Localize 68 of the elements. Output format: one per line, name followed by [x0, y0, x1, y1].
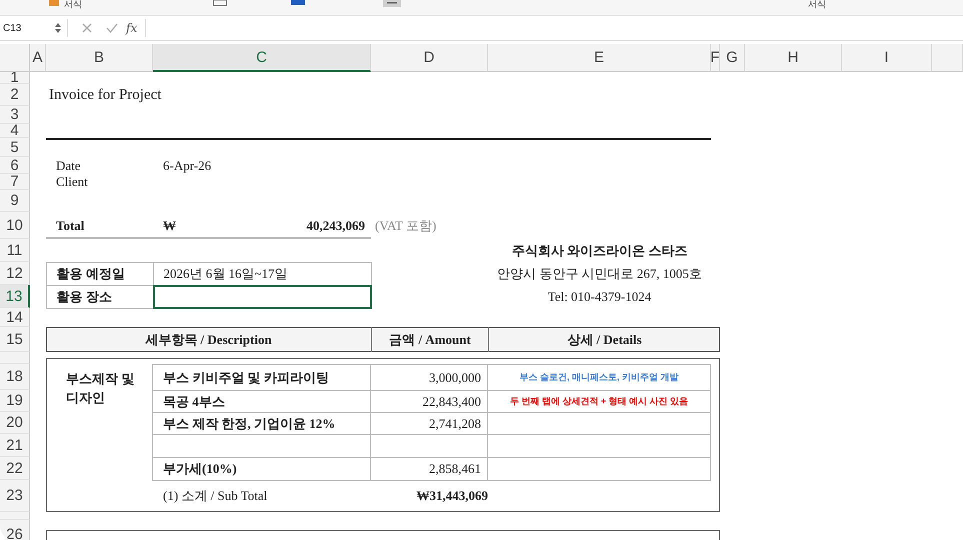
row-header[interactable]: 26	[0, 520, 30, 540]
column-header[interactable]: E	[488, 44, 711, 72]
company-phone: Tel: 010-4379-1024	[548, 288, 652, 304]
info-value-cell[interactable]: 2026년 6월 16일~17일	[152, 262, 372, 286]
row-header[interactable]: 11	[0, 239, 30, 262]
row-header[interactable]: 12	[0, 262, 30, 285]
ribbon-label[interactable]: 서식	[64, 0, 82, 9]
row-header[interactable]: 23	[0, 480, 30, 512]
row-header[interactable]: 20	[0, 412, 30, 434]
toolbar-icon[interactable]	[213, 0, 227, 6]
row-header[interactable]: 3	[0, 106, 30, 124]
date-label: Date	[55, 158, 82, 174]
row-header[interactable]: 22	[0, 457, 30, 480]
row-header[interactable]: 9	[0, 190, 30, 212]
select-all-corner[interactable]	[0, 44, 30, 72]
row-header[interactable]: 6	[0, 157, 30, 174]
row-header[interactable]: 13	[0, 285, 30, 308]
category-label: 부스제작 및 디자인	[65, 370, 136, 407]
subtotal-label: (1) 소계 / Sub Total	[162, 487, 268, 505]
info-value-cell[interactable]	[152, 284, 372, 308]
row-header[interactable]: 4	[0, 124, 30, 138]
column-header[interactable]: B	[46, 44, 153, 72]
subtotal-amount: ₩31,443,069	[416, 488, 488, 504]
item-description: 부스 키비주얼 및 카피라이팅	[152, 364, 371, 391]
row-header[interactable]: 1	[0, 72, 30, 84]
stepper-icon	[55, 22, 61, 34]
total-amount: 40,243,069	[306, 218, 366, 234]
column-title: 세부항목 / Description	[144, 330, 273, 349]
column-header[interactable]: F	[711, 44, 720, 72]
total-label: Total	[55, 218, 86, 234]
column-header[interactable]: A	[30, 44, 46, 72]
column-header[interactable]: H	[745, 44, 842, 72]
column-header[interactable]: I	[842, 44, 932, 72]
column-header[interactable]: G	[720, 44, 745, 72]
column-title: 금액 / Amount	[371, 327, 488, 352]
align-icon[interactable]	[383, 0, 401, 7]
row-header[interactable]: 18	[0, 364, 30, 390]
color-swatch-icon[interactable]	[291, 0, 305, 5]
client-label: Client	[55, 174, 89, 190]
info-label: 활용 예정일	[46, 262, 154, 286]
invoice-title: Invoice for Project	[48, 86, 162, 104]
company-address: 안양시 동안구 시민대로 267, 1005호	[497, 264, 702, 282]
row-header[interactable]: 7	[0, 174, 30, 190]
row-header[interactable]: 15	[0, 327, 30, 352]
row-header[interactable]: 5	[0, 138, 30, 157]
name-box[interactable]: C13	[0, 19, 68, 37]
ribbon-label[interactable]: 서식	[808, 0, 826, 9]
row-header[interactable]: 2	[0, 84, 30, 106]
check-icon[interactable]	[106, 23, 118, 33]
column-header[interactable]: C	[153, 44, 371, 72]
row-header[interactable]: 10	[0, 212, 30, 239]
row-header[interactable]	[0, 352, 30, 364]
row-header[interactable]	[0, 512, 30, 520]
item-description: 부가세(10%)	[152, 457, 371, 481]
row-header[interactable]: 19	[0, 390, 30, 412]
date-value: 6-Apr-26	[162, 158, 212, 174]
item-details: 부스 슬로건, 매니페스토, 키비주얼 개발	[487, 364, 711, 391]
column-title: 상세 / Details	[488, 327, 720, 352]
column-header[interactable]	[932, 44, 963, 72]
cancel-icon[interactable]	[82, 23, 92, 33]
column-header[interactable]: D	[371, 44, 488, 72]
row-header[interactable]: 21	[0, 434, 30, 457]
vat-note: (VAT 포함)	[374, 216, 438, 234]
row-header[interactable]: 14	[0, 308, 30, 327]
currency-symbol: ₩	[162, 218, 176, 234]
company-name: 주식회사 와이즈라이온 스타즈	[512, 242, 688, 260]
function-button[interactable]: fx	[126, 21, 138, 35]
info-label: 활용 장소	[46, 284, 154, 308]
